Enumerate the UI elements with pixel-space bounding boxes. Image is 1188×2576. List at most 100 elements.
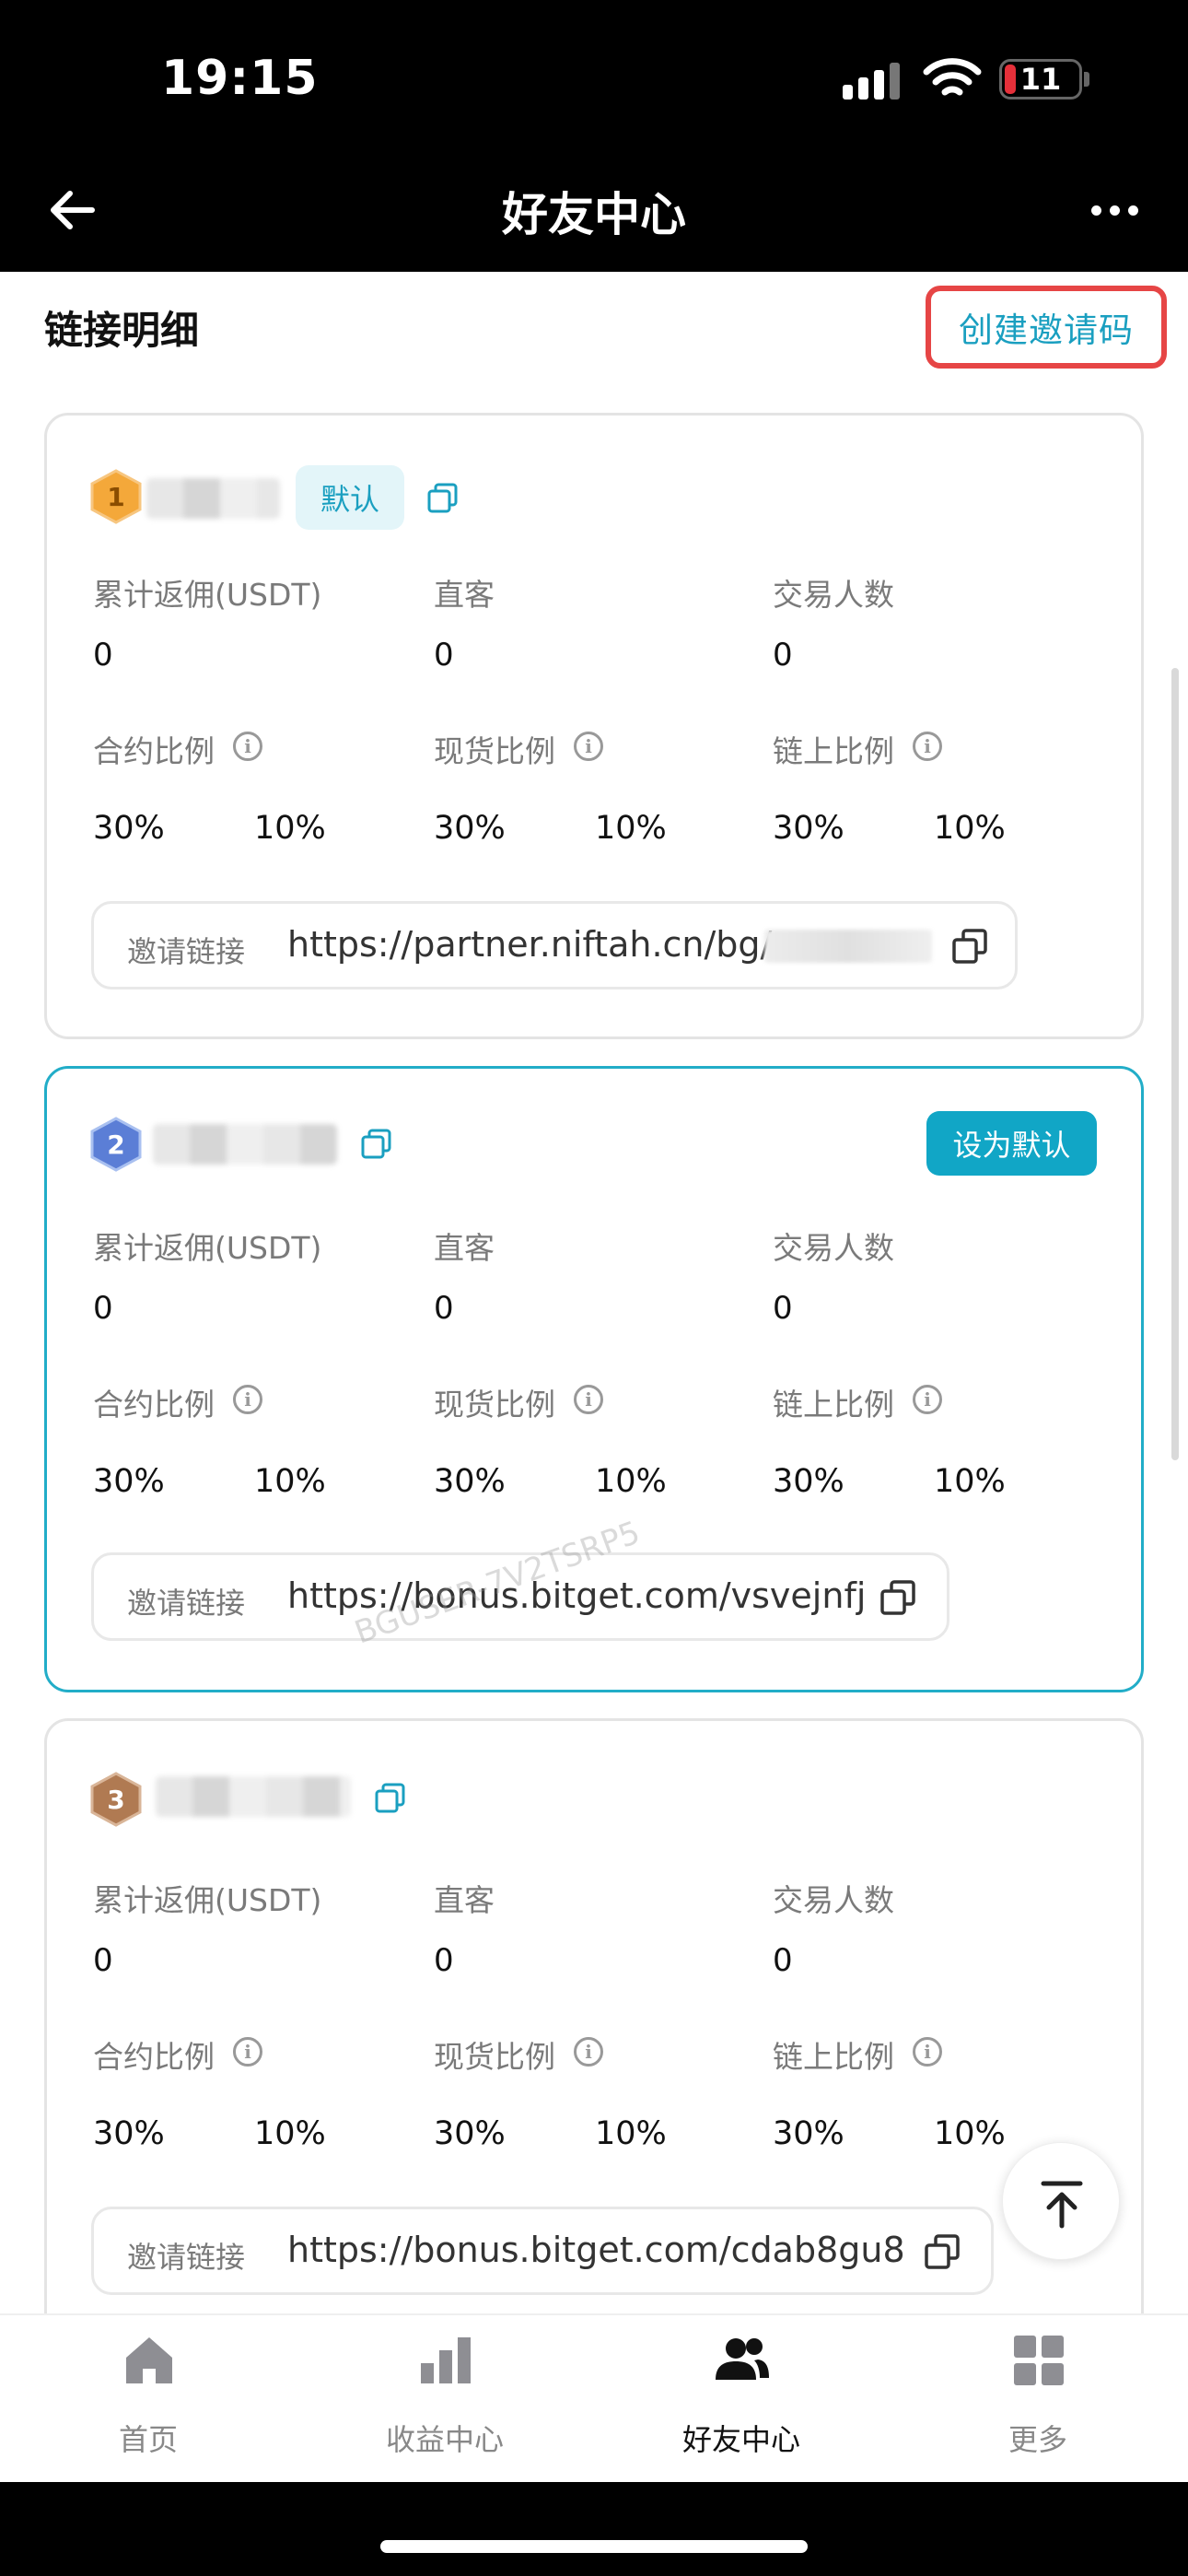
onchain-ratio-1: 30% — [773, 2115, 844, 2152]
traders-label: 交易人数 — [773, 577, 894, 613]
create-invite-code-button[interactable]: 创建邀请码 — [926, 286, 1167, 369]
info-icon[interactable]: i — [233, 1385, 262, 1414]
onchain-ratio-label: 链上比例 — [773, 1387, 894, 1423]
rank-1-badge-icon: 1 — [90, 469, 142, 524]
info-icon[interactable]: i — [233, 2037, 262, 2067]
invite-link-box[interactable]: 邀请链接 https://bonus.bitget.com/cdab8gu8 — [91, 2207, 994, 2295]
set-default-button[interactable]: 设为默认 — [926, 1111, 1097, 1176]
contract-ratio-2: 10% — [254, 1463, 326, 1500]
contract-ratio-1: 30% — [93, 1463, 165, 1500]
info-icon[interactable]: i — [913, 732, 942, 761]
spot-ratio-label: 现货比例 — [434, 1387, 555, 1423]
tab-label: 好友中心 — [681, 2422, 800, 2457]
scrollbar[interactable] — [1171, 668, 1179, 1460]
spot-ratio-1: 30% — [434, 2115, 506, 2152]
spot-ratio-1: 30% — [434, 810, 506, 847]
rebate-value: 0 — [93, 1942, 113, 1979]
info-icon[interactable]: i — [233, 732, 262, 761]
direct-label: 直客 — [434, 1230, 495, 1266]
traders-label: 交易人数 — [773, 1882, 894, 1918]
invite-link-url: https://partner.niftah.cn/bg/ — [287, 924, 773, 965]
create-invite-code-label: 创建邀请码 — [959, 310, 1134, 350]
onchain-ratio-1: 30% — [773, 1463, 844, 1500]
traders-label: 交易人数 — [773, 1230, 894, 1266]
section-title: 链接明细 — [44, 308, 200, 353]
arrow-up-to-top-icon — [1041, 2181, 1083, 2229]
invite-card: 1 默认 累计返佣(USDT) 直客 交易人数 0 0 0 合约比例 i 现货比… — [44, 413, 1144, 1039]
info-icon[interactable]: i — [574, 2037, 603, 2067]
invite-card: 2 设为默认 累计返佣(USDT) 直客 交易人数 0 0 0 合约比例 i 现… — [44, 1066, 1144, 1692]
more-menu-icon[interactable] — [1091, 205, 1143, 224]
tab-label: 首页 — [118, 2422, 178, 2457]
onchain-ratio-label: 链上比例 — [773, 733, 894, 769]
contract-ratio-1: 30% — [93, 2115, 165, 2152]
direct-value: 0 — [434, 637, 454, 673]
rebate-label: 累计返佣(USDT) — [93, 1882, 322, 1918]
battery-level: 11 — [1019, 62, 1062, 97]
info-icon[interactable]: i — [574, 1385, 603, 1414]
status-bar: 19:15 11 — [0, 0, 1188, 152]
contract-ratio-label: 合约比例 — [93, 1387, 215, 1423]
info-icon[interactable]: i — [913, 2037, 942, 2067]
invite-link-redacted — [764, 930, 932, 963]
spot-ratio-label: 现货比例 — [434, 733, 555, 769]
nav-header: 好友中心 — [0, 152, 1188, 272]
copy-link-icon[interactable] — [923, 2232, 961, 2271]
copy-link-icon[interactable] — [879, 1578, 917, 1617]
rebate-value: 0 — [93, 637, 113, 673]
invite-link-box[interactable]: 邀请链接 https://partner.niftah.cn/bg/ — [91, 901, 1018, 989]
direct-label: 直客 — [434, 1882, 495, 1918]
tab-home[interactable]: 首页 — [0, 2315, 297, 2484]
bar-chart-icon — [421, 2337, 471, 2383]
invite-name-redacted — [153, 1124, 337, 1165]
main-content[interactable]: 链接明细 创建邀请码 1 默认 累计返佣(USDT) 直客 交易人数 0 0 0… — [0, 272, 1188, 2313]
page-title: 好友中心 — [502, 188, 686, 241]
onchain-ratio-2: 10% — [934, 2115, 1006, 2152]
copy-link-icon[interactable] — [950, 927, 989, 966]
invite-name-redacted — [146, 478, 280, 519]
traders-value: 0 — [773, 637, 793, 673]
svg-text:3: 3 — [107, 1785, 124, 1815]
copy-icon[interactable] — [374, 1782, 407, 1815]
onchain-ratio-label: 链上比例 — [773, 2039, 894, 2075]
info-icon[interactable]: i — [574, 732, 603, 761]
onchain-ratio-2: 10% — [934, 810, 1006, 847]
invite-link-label: 邀请链接 — [127, 1586, 246, 1621]
rebate-label: 累计返佣(USDT) — [93, 1230, 322, 1266]
spot-ratio-2: 10% — [595, 810, 667, 847]
svg-text:1: 1 — [107, 482, 124, 512]
invite-link-url: https://bonus.bitget.com/cdab8gu8 — [287, 2230, 905, 2270]
svg-text:2: 2 — [107, 1130, 124, 1160]
back-to-top-button[interactable] — [1002, 2142, 1120, 2260]
direct-label: 直客 — [434, 577, 495, 613]
contract-ratio-1: 30% — [93, 810, 165, 847]
invite-link-label: 邀请链接 — [127, 2240, 246, 2275]
direct-value: 0 — [434, 1290, 454, 1327]
tab-earnings[interactable]: 收益中心 — [297, 2315, 593, 2484]
contract-ratio-label: 合约比例 — [93, 2039, 215, 2075]
home-indicator-area — [0, 2482, 1188, 2576]
invite-name-redacted — [156, 1776, 351, 1817]
rebate-value: 0 — [93, 1290, 113, 1327]
friends-icon — [716, 2338, 769, 2380]
tab-more[interactable]: 更多 — [890, 2315, 1186, 2484]
cellular-signal-icon — [843, 63, 902, 100]
invite-link-label: 邀请链接 — [127, 934, 246, 969]
rank-3-badge-icon: 3 — [90, 1772, 142, 1827]
onchain-ratio-1: 30% — [773, 810, 844, 847]
copy-icon[interactable] — [360, 1128, 393, 1161]
contract-ratio-2: 10% — [254, 2115, 326, 2152]
home-indicator[interactable] — [380, 2540, 808, 2553]
contract-ratio-label: 合约比例 — [93, 733, 215, 769]
spot-ratio-2: 10% — [595, 2115, 667, 2152]
spot-ratio-2: 10% — [595, 1463, 667, 1500]
grid-icon — [1014, 2336, 1064, 2385]
copy-icon[interactable] — [426, 482, 460, 515]
tab-friends[interactable]: 好友中心 — [593, 2315, 890, 2484]
contract-ratio-2: 10% — [254, 810, 326, 847]
spot-ratio-label: 现货比例 — [434, 2039, 555, 2075]
home-icon — [126, 2337, 172, 2383]
tab-label: 收益中心 — [385, 2422, 504, 2457]
traders-value: 0 — [773, 1290, 793, 1327]
info-icon[interactable]: i — [913, 1385, 942, 1414]
